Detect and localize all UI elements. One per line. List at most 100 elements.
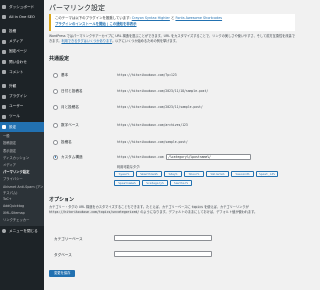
sidebar-item-dashboard[interactable]: ダッシュボード	[0, 2, 44, 12]
tag-button-author[interactable]: %author%	[170, 180, 192, 186]
submenu-item-xml-sitemap[interactable]: XML-Sitemap	[0, 210, 44, 217]
option-example: https://hitorikoukoun.com/sample-post/	[117, 140, 188, 144]
sidebar-item-plugins[interactable]: プラグイン	[0, 92, 44, 102]
sidebar-item-label: 設定	[9, 124, 17, 129]
main-content: パーマリンク設定 このテーマは以下のプラグインを推奨しています: Crayon …	[44, 0, 300, 290]
mail-icon	[2, 60, 6, 65]
sidebar-item-label: 投稿	[9, 28, 17, 33]
tag-button-monthnum[interactable]: %monthnum%	[136, 171, 162, 177]
option-row-custom[interactable]: カスタム構造 https://hitorikoukoun.com /%categ…	[49, 153, 295, 161]
submenu-item-privacy[interactable]: プライバシー	[0, 176, 44, 183]
dashboard-icon	[2, 5, 6, 10]
tag-button-second[interactable]: %second%	[231, 171, 254, 177]
sidebar-item-comments[interactable]: コメント	[0, 67, 44, 77]
optional-heading: オプション	[49, 197, 75, 203]
sidebar-item-contact[interactable]: 問い合わせ	[0, 57, 44, 67]
tag-button-hour[interactable]: %hour%	[184, 171, 204, 177]
submenu-item-addquicktag[interactable]: AddQuicktag	[0, 203, 44, 210]
optional-desc-c: のようになります。デフォルトのままにしておけば、デフォルト値が使われます。	[140, 210, 258, 214]
option-label: 基本	[61, 72, 69, 77]
collapse-menu-button[interactable]: メニューを閉じる	[0, 226, 44, 236]
description-tail: 。以下にいくつか始めるための例を挙げます。	[112, 39, 179, 43]
optional-desc-a: カテゴリー・タグの URL 構造をカスタマイズすることもできます。たとえば、カテ…	[49, 205, 191, 209]
custom-structure-input[interactable]: /%category%/%postname%/	[165, 154, 251, 160]
submenu-item-general[interactable]: 一般	[0, 133, 44, 140]
sidebar-item-label: ユーザー	[9, 104, 24, 109]
notice-link-fonts-awesome[interactable]: Fonts Awesome Shortcodes	[175, 16, 222, 20]
notice-link-crayon[interactable]: Crayon Syntax Highler	[132, 16, 170, 20]
tag-button-category[interactable]: %category%	[142, 180, 168, 186]
tag-button-post-id[interactable]: %post_id%	[256, 171, 278, 177]
category-base-input[interactable]	[114, 235, 212, 241]
optional-description: カテゴリー・タグの URL 構造をカスタマイズすることもできます。たとえば、カテ…	[49, 205, 295, 215]
tag-button-postname[interactable]: %postname%	[114, 180, 140, 186]
submenu-item-media[interactable]: メディア	[0, 162, 44, 169]
radio-custom[interactable]	[53, 154, 58, 160]
sidebar-item-label: 問い合わせ	[9, 59, 27, 64]
sidebar-item-label: メディア	[9, 39, 24, 44]
seo-icon	[2, 15, 6, 20]
admin-sidebar: ダッシュボード All in One SEO 投稿 メディア 固定ページ 問い合…	[0, 0, 44, 290]
pin-icon	[2, 29, 6, 34]
settings-icon	[2, 125, 6, 130]
option-label: 月と投稿名	[61, 104, 79, 109]
plugin-icon	[2, 94, 6, 99]
sidebar-item-settings[interactable]: 設定	[0, 122, 44, 133]
sidebar-item-tools[interactable]: ツール	[0, 112, 44, 122]
optional-code-topics: topics	[191, 205, 204, 209]
submenu-item-akismet[interactable]: Akismet Anti-Spam (アンチスパム)	[0, 184, 44, 196]
sidebar-item-appearance[interactable]: 外観	[0, 81, 44, 91]
custom-base-url: https://hitorikoukoun.com	[117, 155, 164, 159]
option-row-plain[interactable]: 基本 https://hitorikoukoun.com/?p=123	[49, 71, 295, 79]
category-base-label: カテゴリーベース	[54, 237, 83, 241]
available-tags-label: 利用可能なタグ:	[117, 165, 141, 169]
option-row-numeric[interactable]: 数字ベース https://hitorikoukoun.com/archives…	[49, 121, 295, 129]
option-row-day-name[interactable]: 日付と投稿名 https://hitorikoukoun.com/2023/11…	[49, 87, 295, 95]
sidebar-item-posts[interactable]: 投稿	[0, 26, 44, 36]
tag-button-minute[interactable]: %minute%	[206, 171, 229, 177]
save-changes-button[interactable]: 変更を保存	[49, 270, 76, 277]
page-title: パーマリンク設定	[49, 4, 105, 12]
submenu-item-discussion[interactable]: ディスカッション	[0, 155, 44, 162]
sidebar-item-label: コメント	[9, 69, 24, 74]
option-label: 数字ベース	[61, 122, 79, 127]
sidebar-item-label: プラグイン	[9, 94, 27, 99]
tag-button-year[interactable]: %year%	[114, 171, 134, 177]
option-example: https://hitorikoukoun.com/2023/11/18/sam…	[117, 89, 209, 93]
radio-day-name[interactable]	[53, 88, 58, 94]
common-settings-heading: 共通設定	[49, 56, 70, 62]
page-description: WordPress ではパーマリンクやアーカイブに URL 構造を選ぶことができ…	[49, 34, 295, 44]
optional-code-url: https://hitorikoukoun.com/topics/uncateg…	[49, 210, 140, 214]
description-tags-link[interactable]: 利用できるタグはいくつかあります	[61, 39, 112, 43]
sidebar-item-media[interactable]: メディア	[0, 37, 44, 47]
sidebar-item-label: 外観	[9, 83, 17, 88]
submenu-item-writing[interactable]: 投稿設定	[0, 140, 44, 147]
settings-submenu: 一般 投稿設定 表示設定 ディスカッション メディア パーマリンク設定 プライバ…	[0, 132, 44, 227]
sidebar-item-pages[interactable]: 固定ページ	[0, 47, 44, 57]
submenu-item-reading[interactable]: 表示設定	[0, 148, 44, 155]
sidebar-item-seo[interactable]: All in One SEO	[0, 12, 44, 22]
radio-numeric[interactable]	[53, 122, 58, 128]
tag-base-input[interactable]	[114, 251, 212, 257]
option-row-post-name[interactable]: 投稿名 https://hitorikoukoun.com/sample-pos…	[49, 138, 295, 146]
sidebar-item-users[interactable]: ユーザー	[0, 102, 44, 112]
sidebar-item-label: All in One SEO	[9, 15, 35, 20]
tag-button-day[interactable]: %day%	[164, 171, 182, 177]
submenu-item-toc[interactable]: ToC+	[0, 196, 44, 203]
optional-desc-b: を使えば、カテゴリーリンクが	[204, 205, 249, 209]
collapse-icon	[2, 229, 6, 234]
submenu-item-link-checker[interactable]: リンクチェッカー	[0, 217, 44, 224]
radio-post-name[interactable]	[53, 139, 58, 145]
sidebar-item-label: 固定ページ	[9, 49, 27, 54]
submenu-item-permalinks[interactable]: パーマリンク設定	[0, 169, 44, 176]
option-label: カスタム構造	[61, 154, 83, 159]
brush-icon	[2, 84, 6, 89]
sidebar-item-label: ツール	[9, 114, 20, 119]
radio-month-name[interactable]	[53, 104, 58, 110]
radio-plain[interactable]	[53, 72, 58, 78]
notice-actions[interactable]: プラグインのインストールを開始 | この通知を非表示	[55, 22, 291, 28]
option-label: 日付と投稿名	[61, 88, 83, 93]
notice-text: このテーマは以下のプラグインを推奨しています:	[55, 16, 131, 20]
option-row-month-name[interactable]: 月と投稿名 https://hitorikoukoun.com/2023/11/…	[49, 103, 295, 111]
plugin-notice: このテーマは以下のプラグインを推奨しています: Crayon Syntax Hi…	[49, 14, 295, 31]
